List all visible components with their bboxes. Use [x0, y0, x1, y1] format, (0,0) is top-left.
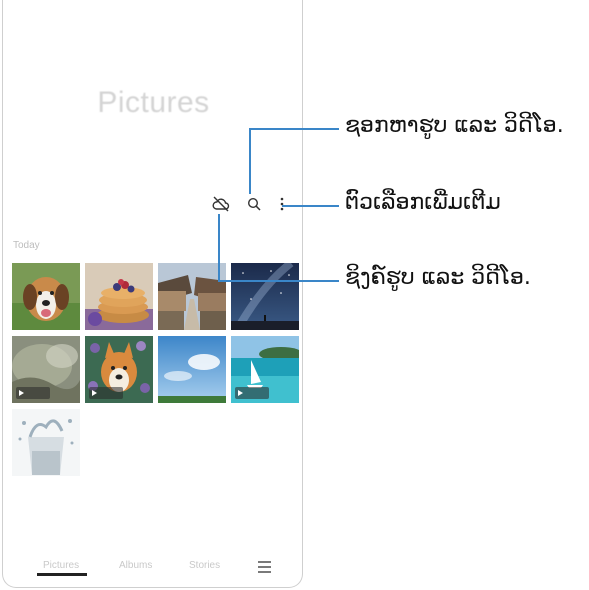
page-title: Pictures: [97, 86, 210, 119]
more-options-icon[interactable]: [276, 195, 288, 213]
callout-sync: ຊິງຄ໌ຮູບ ແລະ ວິດີໂອ.: [345, 265, 531, 290]
thumbnail-village[interactable]: [158, 263, 226, 330]
callout-line-sync-horizontal: [218, 280, 339, 282]
cloud-off-icon[interactable]: [211, 195, 231, 213]
thumbnail-night-sky[interactable]: [231, 263, 299, 330]
callout-line-more-options: [282, 205, 339, 207]
callout-line-sync-vertical: [218, 214, 220, 281]
tab-albums[interactable]: Albums: [119, 560, 152, 571]
search-icon[interactable]: [245, 195, 263, 213]
active-tab-indicator: [37, 573, 87, 576]
thumbnail-splash[interactable]: [12, 409, 80, 476]
video-badge: [235, 387, 269, 399]
thumbnail-water[interactable]: [12, 336, 80, 403]
thumbnail-beagle[interactable]: [12, 263, 80, 330]
thumbnail-pancakes[interactable]: [85, 263, 153, 330]
callout-search: ຊອກຫາຮູບ ແລະ ວິດີໂອ.: [345, 113, 564, 138]
bottom-nav: Pictures Albums Stories: [3, 556, 304, 578]
menu-icon[interactable]: [258, 558, 271, 577]
thumbnail-sky-field[interactable]: [158, 336, 226, 403]
callout-line-search-horizontal: [249, 128, 339, 130]
thumbnail-corgi[interactable]: [85, 336, 153, 403]
date-label: Today: [13, 240, 40, 251]
tab-stories[interactable]: Stories: [189, 560, 220, 571]
thumbnail-sailboat[interactable]: [231, 336, 299, 403]
phone-screen: Pictures Today Pictures Albums Stories: [2, 0, 303, 588]
video-badge: [89, 387, 123, 399]
tab-pictures[interactable]: Pictures: [43, 560, 79, 571]
video-badge: [16, 387, 50, 399]
callout-line-search-vertical: [249, 128, 251, 194]
callout-more-options: ຕົວເລືອກເພີ່ມເຕີມ: [345, 190, 501, 215]
